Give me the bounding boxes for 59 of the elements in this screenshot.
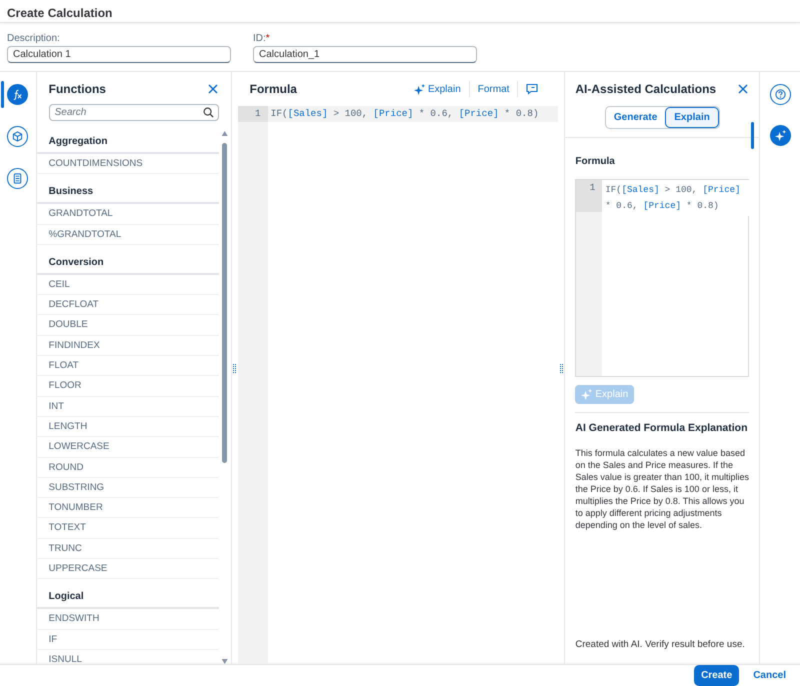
- list-item[interactable]: ISNULL: [36, 650, 219, 664]
- list-item[interactable]: TRUNC: [36, 538, 219, 560]
- line-number: 1: [238, 106, 268, 122]
- search-field[interactable]: Search: [48, 104, 219, 121]
- panel-title: Functions: [48, 81, 106, 98]
- cancel-button[interactable]: Cancel: [753, 665, 786, 686]
- sparkle-icon: [581, 389, 592, 400]
- list-item[interactable]: UPPERCASE: [36, 559, 219, 580]
- list-item[interactable]: TONUMBER: [36, 498, 219, 518]
- disclaimer-text: Created with AI. Verify result before use.: [575, 638, 746, 652]
- required-mark: *: [266, 32, 270, 46]
- explanation-text: This formula calculates a new value based on the Sales and Price measures. If the Sales value is greater than 100, it multiplies the Price by 0.6. If Sales is 100 or less, it multiplies the Price by 0.8. This allows you to apply different pricing adjustments depending on the level of sales.: [575, 446, 750, 531]
- calculator-icon[interactable]: [7, 168, 28, 189]
- function-icon[interactable]: [7, 84, 28, 105]
- dialog-title: Create Calculation: [7, 5, 114, 22]
- list-item[interactable]: LENGTH: [36, 416, 219, 438]
- scrollbar[interactable]: [222, 131, 228, 664]
- help-icon[interactable]: [770, 84, 791, 105]
- list-item[interactable]: FLOAT: [36, 356, 219, 376]
- list-item[interactable]: LOWERCASE: [36, 437, 219, 458]
- field-label: Description:: [7, 32, 60, 46]
- sparkle-icon: [414, 84, 425, 94]
- field-label: ID:: [253, 32, 266, 46]
- list-item[interactable]: SUBSTRING: [36, 478, 219, 498]
- group-header: Conversion: [36, 244, 219, 275]
- list-item[interactable]: IF: [36, 630, 219, 650]
- input-field[interactable]: Calculation 1: [7, 46, 231, 63]
- list-item[interactable]: DOUBLE: [36, 315, 219, 336]
- resize-handle[interactable]: [233, 364, 236, 372]
- list-item[interactable]: COUNTDIMENSIONS: [36, 154, 219, 174]
- close-icon[interactable]: [206, 83, 219, 95]
- group-header: Aggregation: [36, 126, 219, 154]
- list-item[interactable]: TOTEXT: [36, 518, 219, 539]
- input-field[interactable]: Calculation_1: [253, 46, 477, 63]
- format-button[interactable]: Format: [470, 82, 518, 96]
- section-title: AI Generated Formula Explanation: [575, 421, 748, 436]
- list-item[interactable]: INT: [36, 396, 219, 417]
- list-item[interactable]: DECFLOAT: [36, 295, 219, 316]
- group-header: Business: [36, 174, 219, 204]
- list-item[interactable]: GRANDTOTAL: [36, 204, 219, 225]
- explain-button[interactable]: Explain: [406, 82, 469, 96]
- group-header: Logical: [36, 579, 219, 610]
- cube-icon[interactable]: [7, 126, 28, 147]
- panel-title: Formula: [250, 81, 297, 98]
- list-item[interactable]: ENDSWITH: [36, 609, 219, 630]
- section-label: Formula: [575, 155, 616, 169]
- resize-handle[interactable]: [560, 364, 563, 372]
- create-button[interactable]: Create: [694, 665, 740, 686]
- list-item[interactable]: %GRANDTOTAL: [36, 224, 219, 245]
- segment-button[interactable]: Explain: [665, 107, 719, 128]
- search-icon: [202, 107, 214, 118]
- sparkle-icon[interactable]: [770, 125, 791, 146]
- list-item[interactable]: FINDINDEX: [36, 336, 219, 356]
- close-icon[interactable]: [737, 83, 750, 95]
- list-item[interactable]: CEIL: [36, 274, 219, 296]
- panel-title: AI-Assisted Calculations: [575, 81, 716, 98]
- list-item[interactable]: FLOOR: [36, 376, 219, 397]
- line-number: 1: [576, 180, 602, 212]
- list-item[interactable]: ROUND: [36, 458, 219, 478]
